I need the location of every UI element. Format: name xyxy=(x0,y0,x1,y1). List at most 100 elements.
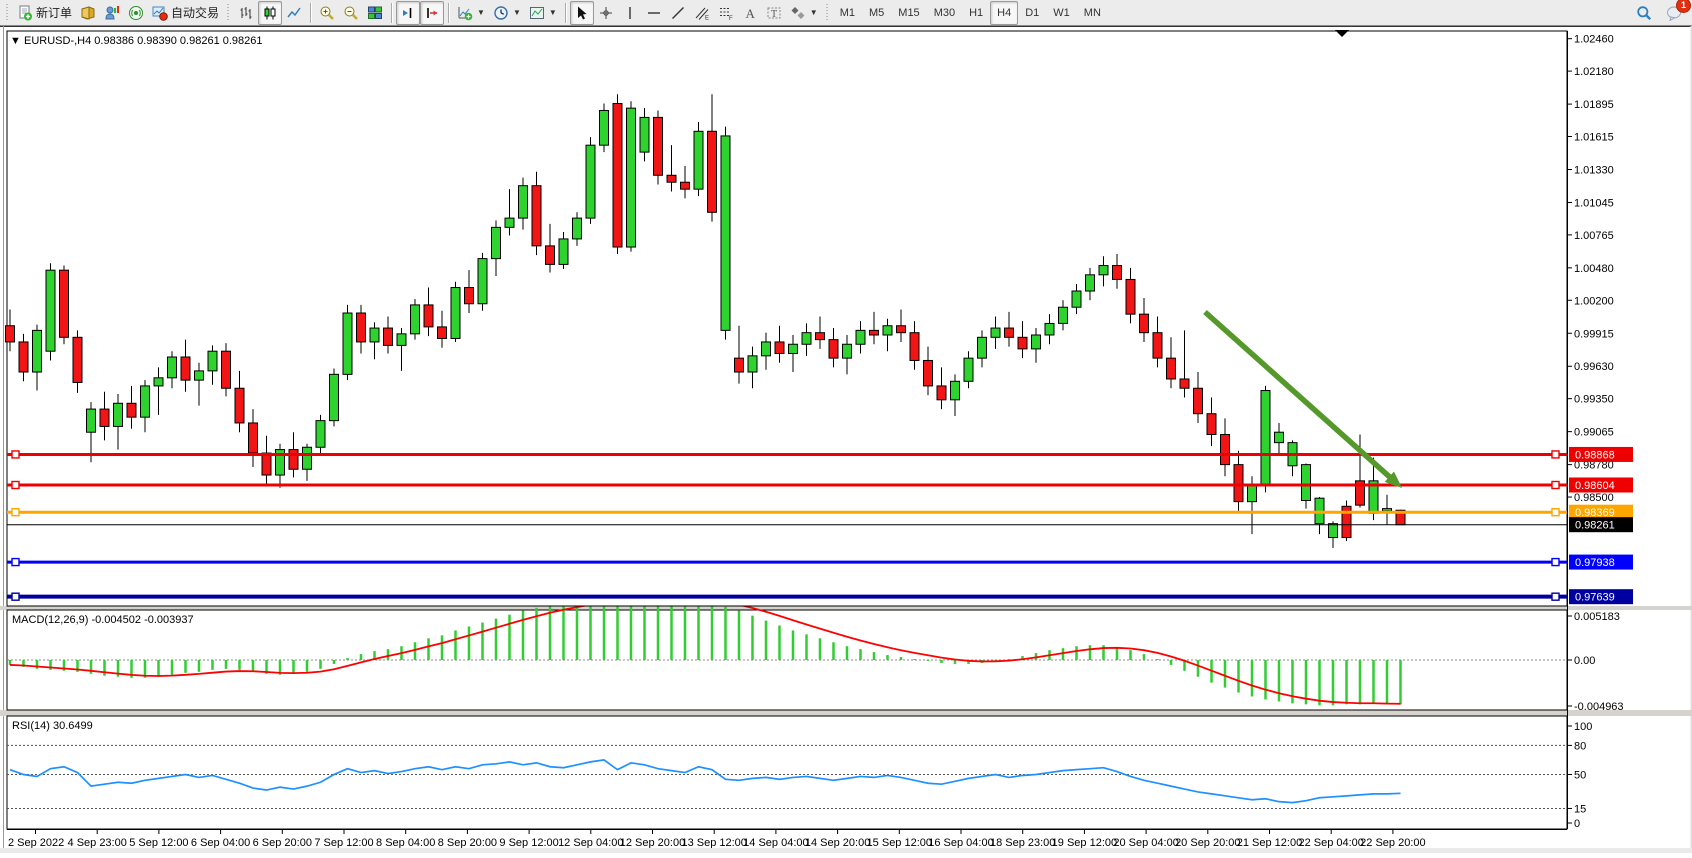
new-order-button-label: 新订单 xyxy=(36,4,72,21)
crosshair-button[interactable] xyxy=(594,1,618,25)
new-order-button[interactable]: 新订单 xyxy=(13,1,76,25)
candle xyxy=(1248,485,1257,501)
time-tick: 8 Sep 20:00 xyxy=(438,837,497,849)
candle xyxy=(19,342,28,372)
macd-tick: 0.00 xyxy=(1574,655,1595,667)
auto-scroll-button[interactable] xyxy=(420,1,444,25)
time-tick: 15 Sep 12:00 xyxy=(867,837,932,849)
candle xyxy=(978,337,987,358)
time-tick: 20 Sep 20:00 xyxy=(1175,837,1240,849)
candle xyxy=(195,371,204,380)
support-line-navy-anchor[interactable] xyxy=(1552,593,1559,600)
candle xyxy=(357,313,366,342)
candle xyxy=(424,305,433,327)
support-line-blue-badge-label: 0.97938 xyxy=(1575,557,1615,569)
chart-canvas[interactable]: MACD(12,26,9) -0.004502 -0.003937RSI(14)… xyxy=(0,26,1692,853)
panel-separator-rsi[interactable] xyxy=(0,710,1692,716)
candle xyxy=(883,326,892,335)
tf-d1-button[interactable]: D1 xyxy=(1018,1,1046,25)
candle xyxy=(519,186,528,218)
chart-menu-triangle-icon[interactable]: ▼ xyxy=(10,35,21,47)
notifications-button[interactable]: 1 xyxy=(1662,1,1686,25)
tf-m15-button[interactable]: M15 xyxy=(891,1,926,25)
price-tick: 1.01045 xyxy=(1574,197,1614,209)
search-button[interactable] xyxy=(1632,1,1656,25)
candle xyxy=(964,358,973,381)
time-tick: 6 Sep 04:00 xyxy=(191,837,250,849)
support-line-blue-anchor[interactable] xyxy=(12,559,19,566)
toolbar-drag-handle[interactable] xyxy=(5,4,10,22)
candle xyxy=(6,326,15,342)
periods-button[interactable]: ▼ xyxy=(489,1,525,25)
line-chart-button[interactable] xyxy=(282,1,306,25)
market-watch-button[interactable] xyxy=(76,1,100,25)
resistance-line-2-badge-label: 0.98604 xyxy=(1575,480,1615,492)
candle xyxy=(235,388,244,423)
bar-chart-button[interactable] xyxy=(234,1,258,25)
candle xyxy=(492,227,501,258)
candle xyxy=(924,360,933,385)
autotrading-button-label: 自动交易 xyxy=(171,4,219,21)
support-line-blue-anchor[interactable] xyxy=(1552,559,1559,566)
time-tick: 22 Sep 04:00 xyxy=(1298,837,1363,849)
tf-m30-button[interactable]: M30 xyxy=(927,1,962,25)
news-sound-button[interactable] xyxy=(124,1,148,25)
tf-w1-button[interactable]: W1 xyxy=(1046,1,1077,25)
resistance-line-2-anchor[interactable] xyxy=(1552,481,1559,488)
tf-h4-button[interactable]: H4 xyxy=(990,1,1018,25)
price-axis[interactable]: 1.024601.021801.018951.016151.013301.010… xyxy=(1567,31,1633,830)
resistance-line-2-anchor[interactable] xyxy=(12,481,19,488)
candle xyxy=(1194,388,1203,413)
autotrading-button[interactable]: 自动交易 xyxy=(148,1,223,25)
zoom-in-button[interactable] xyxy=(315,1,339,25)
candlestick-chart-button[interactable] xyxy=(258,1,282,25)
tf-mn-button[interactable]: MN xyxy=(1077,1,1108,25)
templates-button[interactable]: ▼ xyxy=(525,1,561,25)
candle xyxy=(1221,435,1230,465)
candle xyxy=(1275,432,1284,442)
text-button[interactable]: A xyxy=(738,1,762,25)
candle xyxy=(168,357,177,378)
indicators-button[interactable]: ▼ xyxy=(453,1,489,25)
toolbar-drag-handle[interactable] xyxy=(825,4,830,22)
arrows-button[interactable]: ▼ xyxy=(786,1,822,25)
resistance-line-1-anchor[interactable] xyxy=(12,451,19,458)
tf-m5-button[interactable]: M5 xyxy=(862,1,891,25)
chevron-down-icon[interactable]: ▼ xyxy=(810,8,818,17)
time-axis[interactable]: 2 Sep 20224 Sep 23:005 Sep 12:006 Sep 04… xyxy=(0,829,1692,853)
strategy-tester-button[interactable] xyxy=(100,1,124,25)
candle xyxy=(100,409,109,426)
rsi-tick: 0 xyxy=(1574,818,1580,830)
tf-m1-button[interactable]: M1 xyxy=(833,1,862,25)
candle xyxy=(1113,266,1122,280)
tile-windows-button[interactable] xyxy=(363,1,387,25)
fibonacci-icon: F xyxy=(718,5,734,21)
support-line-orange-anchor[interactable] xyxy=(1552,509,1559,516)
candle xyxy=(505,218,514,227)
support-line-navy-anchor[interactable] xyxy=(12,593,19,600)
resistance-line-1-anchor[interactable] xyxy=(1552,451,1559,458)
text-label-button[interactable]: T xyxy=(762,1,786,25)
vertical-line-button[interactable] xyxy=(618,1,642,25)
chevron-down-icon[interactable]: ▼ xyxy=(549,8,557,17)
chevron-down-icon[interactable]: ▼ xyxy=(513,8,521,17)
chevron-down-icon[interactable]: ▼ xyxy=(477,8,485,17)
trendline-button[interactable] xyxy=(666,1,690,25)
panel-separator-macd[interactable] xyxy=(0,606,1692,610)
candle xyxy=(937,386,946,400)
chart-window: MACD(12,26,9) -0.004502 -0.003937RSI(14)… xyxy=(0,26,1692,853)
chart-line-icon xyxy=(286,5,302,21)
candle xyxy=(1005,328,1014,337)
fibonacci-button[interactable]: F xyxy=(714,1,738,25)
chart-shift-button[interactable] xyxy=(396,1,420,25)
horizontal-line-button[interactable] xyxy=(642,1,666,25)
price-tick: 0.98500 xyxy=(1574,492,1614,504)
toolbar-drag-handle[interactable] xyxy=(226,4,231,22)
cursor-button[interactable] xyxy=(570,1,594,25)
candle xyxy=(249,423,258,453)
time-tick: 4 Sep 23:00 xyxy=(68,837,127,849)
tf-h1-button[interactable]: H1 xyxy=(962,1,990,25)
equidistant-channel-button[interactable]: E xyxy=(690,1,714,25)
zoom-out-button[interactable] xyxy=(339,1,363,25)
support-line-orange-anchor[interactable] xyxy=(12,509,19,516)
